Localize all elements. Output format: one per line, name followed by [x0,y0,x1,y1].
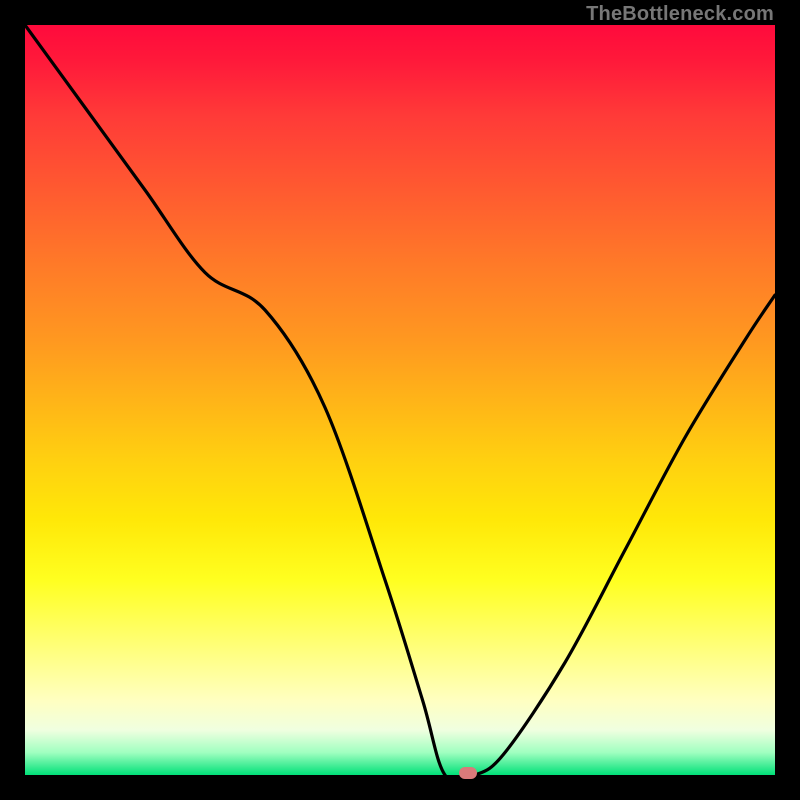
curve-svg [25,25,775,775]
bottleneck-chart: TheBottleneck.com [0,0,800,800]
bottleneck-curve-path [25,25,775,775]
optimal-marker [459,767,477,779]
watermark-text: TheBottleneck.com [586,3,774,26]
plot-area [25,25,775,775]
